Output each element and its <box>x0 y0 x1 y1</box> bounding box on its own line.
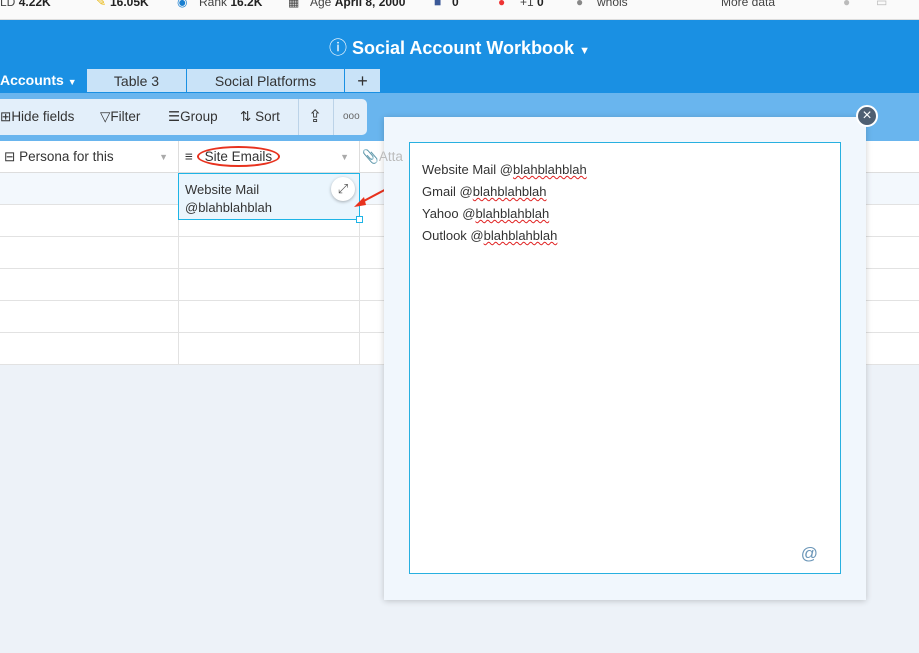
text-line: Outlook @blahblahblah <box>422 228 558 243</box>
chevron-down-icon: ▼ <box>579 45 590 57</box>
chevron-down-icon: ▼ <box>67 77 77 87</box>
group-icon: ☰ <box>168 109 181 124</box>
long-text-icon: ≡ <box>185 149 193 164</box>
filter-icon: ▽ <box>100 109 111 124</box>
mention-icon[interactable]: @ <box>801 543 818 565</box>
column-header-persona[interactable]: ⊟ Persona for this ▼ <box>0 141 179 173</box>
column-header-site-emails[interactable]: ≡ Site Emails ▼ <box>179 141 360 173</box>
ext-plus: +1 0 <box>520 0 544 9</box>
column-header-attachments-label[interactable]: 📎Atta <box>362 141 403 173</box>
group-button[interactable]: ☰Group <box>168 99 218 135</box>
expanded-cell-textarea[interactable]: Website Mail @blahblahblah Gmail @blahbl… <box>409 142 841 574</box>
sort-icon: ⇅ <box>240 109 252 124</box>
cell-text: Website Mail <box>185 182 260 197</box>
pencil-icon: ✎ <box>96 0 107 9</box>
hide-fields-button[interactable]: ⊞Hide fields <box>0 99 74 135</box>
person-icon: ● <box>576 0 584 9</box>
close-icon[interactable]: × <box>856 105 878 127</box>
more-options-icon[interactable]: ooo <box>343 99 360 135</box>
more-data-dropdown[interactable]: More data <box>721 0 775 9</box>
ext-ld: LD 4.22K <box>0 0 51 9</box>
tab-table-3[interactable]: Table 3 <box>86 68 187 93</box>
filter-button[interactable]: ▽Filter <box>100 99 140 135</box>
tab-social-platforms[interactable]: Social Platforms <box>186 68 345 93</box>
divider <box>298 99 299 135</box>
add-table-button[interactable]: + <box>344 68 381 93</box>
ext-whois[interactable]: whois <box>597 0 628 9</box>
chevron-down-icon[interactable]: ▼ <box>159 141 168 173</box>
sort-button[interactable]: ⇅ Sort <box>240 99 280 135</box>
ext-age: Age April 8, 2000 <box>310 0 406 9</box>
tab-accounts[interactable]: Accounts ▼ <box>0 68 86 93</box>
browser-extension-bar: LD 4.22K ✎ 16.05K ◉ Rank 16.2K ▦ Age Apr… <box>0 0 919 20</box>
grid-icon: ⊞ <box>0 109 12 124</box>
monitor-icon[interactable]: ▭ <box>876 0 887 9</box>
info-icon[interactable]: ● <box>843 0 850 9</box>
paperclip-icon: 📎 <box>362 149 379 164</box>
facebook-icon: ■ <box>434 0 442 9</box>
base-logo-icon: ⓘ <box>329 38 348 58</box>
fill-handle[interactable] <box>356 216 363 223</box>
ext-fb: 0 <box>452 0 459 9</box>
divider <box>333 99 334 135</box>
calendar-icon: ▦ <box>288 0 300 9</box>
field-type-icon: ⊟ <box>4 149 16 164</box>
google-icon: ● <box>498 0 506 9</box>
chevron-down-icon[interactable]: ▼ <box>340 141 349 173</box>
text-line: Gmail @blahblahblah <box>422 184 547 199</box>
cell-text: @blahblahblah <box>185 200 272 215</box>
text-line: Yahoo @blahblahblah <box>422 206 550 221</box>
ext-value: 16.05K <box>110 0 149 9</box>
view-toolbar: ⊞Hide fields ▽Filter ☰Group ⇅ Sort ⇪ ooo <box>0 99 367 135</box>
base-title[interactable]: ⓘ Social Account Workbook ▼ <box>0 34 919 60</box>
ext-rank: Rank 16.2K <box>199 0 263 9</box>
rank-icon: ◉ <box>177 0 188 9</box>
text-line: Website Mail @blahblahblah <box>422 162 587 177</box>
title-text: Social Account Workbook <box>352 38 575 58</box>
share-icon[interactable]: ⇪ <box>308 99 322 135</box>
attachments-label-text: Atta <box>378 149 403 164</box>
annotation-circle: Site Emails <box>196 146 281 167</box>
selected-cell-site-emails[interactable]: Website Mail @blahblahblah ⤢ <box>178 173 363 223</box>
